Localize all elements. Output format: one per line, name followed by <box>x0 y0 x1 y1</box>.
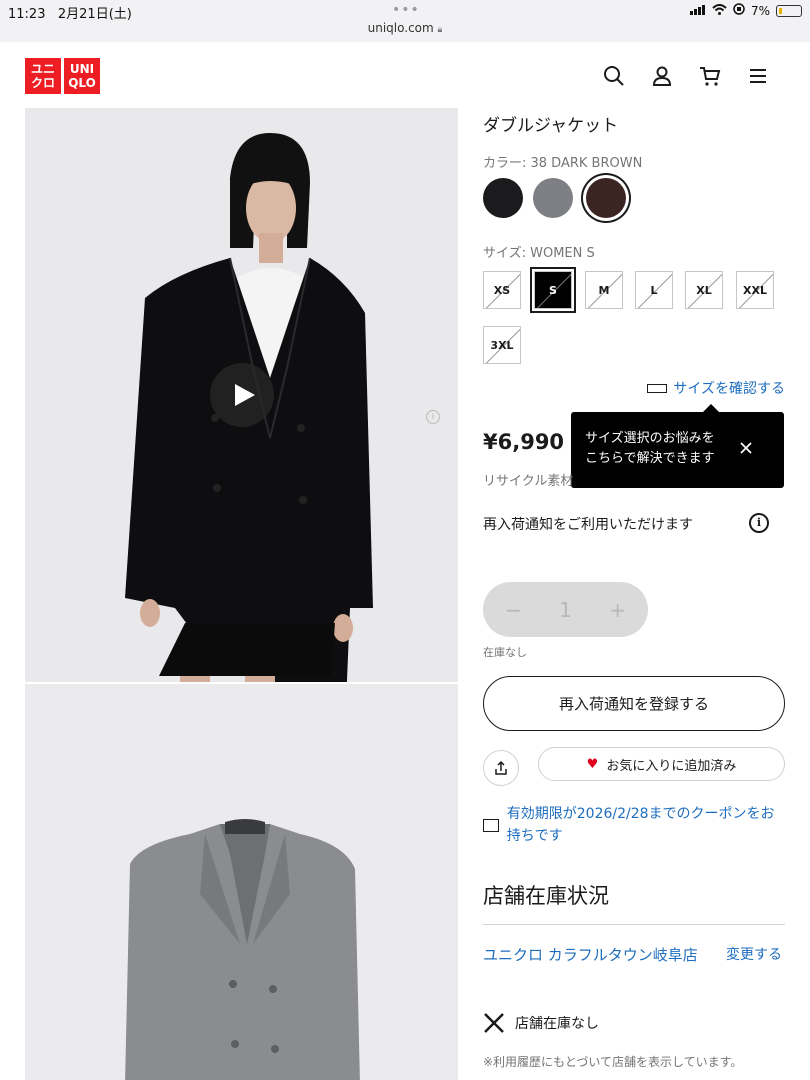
size-check-text: サイズを確認する <box>673 381 785 397</box>
divider <box>483 924 785 925</box>
coupon-icon <box>483 819 499 832</box>
store-name-link[interactable]: ユニクロ カラフルタウン岐阜店 <box>483 942 713 968</box>
size-text-3xl: 3XL <box>490 338 514 352</box>
increment-button[interactable]: + <box>609 598 626 622</box>
favorite-button[interactable]: ♥ お気に入りに追加済み <box>538 747 785 781</box>
color-swatch-gray[interactable] <box>533 178 573 218</box>
size-option-m[interactable]: M <box>585 271 623 309</box>
color-label: カラー: 38 DARK BROWN <box>483 156 643 171</box>
quantity-stepper: − 1 + <box>483 582 648 637</box>
address-bar[interactable]: uniqlo.com 🔒︎ <box>0 21 810 35</box>
recycle-material-text[interactable]: リサイクル素材 <box>483 470 573 489</box>
restock-notify-button[interactable]: 再入荷通知を登録する <box>483 676 785 731</box>
search-icon[interactable] <box>602 64 626 88</box>
carousel-indicator-icon[interactable]: i <box>426 410 440 424</box>
share-button[interactable] <box>483 750 519 786</box>
tab-dots-icon[interactable]: ••• <box>392 2 420 18</box>
account-icon[interactable] <box>650 64 674 88</box>
status-time: 11:23 2月21日(土) <box>8 3 132 22</box>
x-mark-icon <box>484 1013 504 1033</box>
product-image-main[interactable] <box>25 108 458 682</box>
restock-info-text: 再入荷通知をご利用いただけます <box>483 517 693 533</box>
size-option-xl[interactable]: XL <box>685 271 723 309</box>
status-bar: 11:23 2月21日(土) ••• uniqlo.com 🔒︎ 7% <box>0 0 810 42</box>
size-label: サイズ: WOMEN S <box>483 246 595 261</box>
size-text-xs: XS <box>493 283 511 297</box>
clock-time: 11:23 <box>8 7 46 22</box>
decrement-button[interactable]: − <box>505 598 522 622</box>
wifi-icon <box>712 3 727 18</box>
size-text-xxl: XXL <box>743 283 767 297</box>
info-icon[interactable]: i <box>749 513 769 533</box>
status-icons: 7% <box>689 3 802 18</box>
clock-date: 2月21日(土) <box>57 7 132 22</box>
store-stock-status: 店舗在庫なし <box>483 1012 599 1034</box>
battery-percent: 7% <box>750 3 770 18</box>
logo-katakana-bottom: クロ <box>30 76 55 90</box>
share-icon <box>495 760 507 775</box>
gray-jacket-illustration <box>125 819 360 1080</box>
size-option-xxl[interactable]: XXL <box>736 271 774 309</box>
store-stock-title: 店舗在庫状況 <box>483 884 609 908</box>
coupon-notice[interactable]: 有効期限が2026/2/28までのクーポンをお持ちです <box>483 803 785 847</box>
close-icon[interactable] <box>738 440 754 456</box>
size-tooltip: サイズ選択のお悩みを こちらで解決できます <box>571 404 784 488</box>
heart-icon: ♥ <box>586 756 599 772</box>
change-store-link[interactable]: 変更する <box>726 944 782 964</box>
cart-icon[interactable] <box>698 64 722 88</box>
stock-status: 在庫なし <box>483 646 527 659</box>
coupon-text: 有効期限が2026/2/28までのクーポンをお持ちです <box>506 806 775 844</box>
signal-icon <box>689 4 706 18</box>
color-swatch-dark-brown[interactable] <box>586 178 626 218</box>
menu-icon[interactable] <box>746 64 770 88</box>
uniqlo-logo[interactable]: ユニ クロ UNI QLO <box>25 58 100 94</box>
ruler-icon <box>647 383 668 393</box>
size-option-3xl[interactable]: 3XL <box>483 326 521 364</box>
product-title: ダブルジャケット <box>483 116 619 136</box>
video-play-button[interactable] <box>210 363 274 427</box>
site-header: ユニ クロ UNI QLO <box>0 42 810 108</box>
size-text-l: L <box>650 283 658 297</box>
url-text: uniqlo.com <box>367 21 434 35</box>
size-text-m: M <box>598 283 610 297</box>
product-image-gray[interactable] <box>25 684 458 1080</box>
header-icons <box>602 64 770 88</box>
orientation-lock-icon <box>733 3 745 18</box>
favorite-label: お気に入りに追加済み <box>606 758 737 774</box>
size-option-l[interactable]: L <box>635 271 673 309</box>
store-note: ※利用履歴にもとづいて店舗を表示しています。 <box>483 1055 743 1069</box>
product-price: ¥6,990 <box>483 430 565 454</box>
size-option-s[interactable]: S <box>534 271 572 309</box>
size-check-link[interactable]: サイズを確認する <box>647 378 785 398</box>
logo-latin: UNI QLO <box>64 58 100 94</box>
size-text-xl: XL <box>696 283 712 297</box>
logo-latin-top: UNI <box>69 62 95 76</box>
store-stock-text: 店舗在庫なし <box>515 1016 599 1032</box>
battery-icon <box>776 4 802 17</box>
quantity-value: 1 <box>559 597 572 622</box>
size-option-xs[interactable]: XS <box>483 271 521 309</box>
logo-latin-bottom: QLO <box>68 76 96 90</box>
size-text-s: S <box>549 283 557 297</box>
logo-katakana-top: ユニ <box>30 62 55 76</box>
lock-icon: 🔒︎ <box>437 25 443 35</box>
logo-katakana: ユニ クロ <box>25 58 61 94</box>
color-swatch-black[interactable] <box>483 178 523 218</box>
